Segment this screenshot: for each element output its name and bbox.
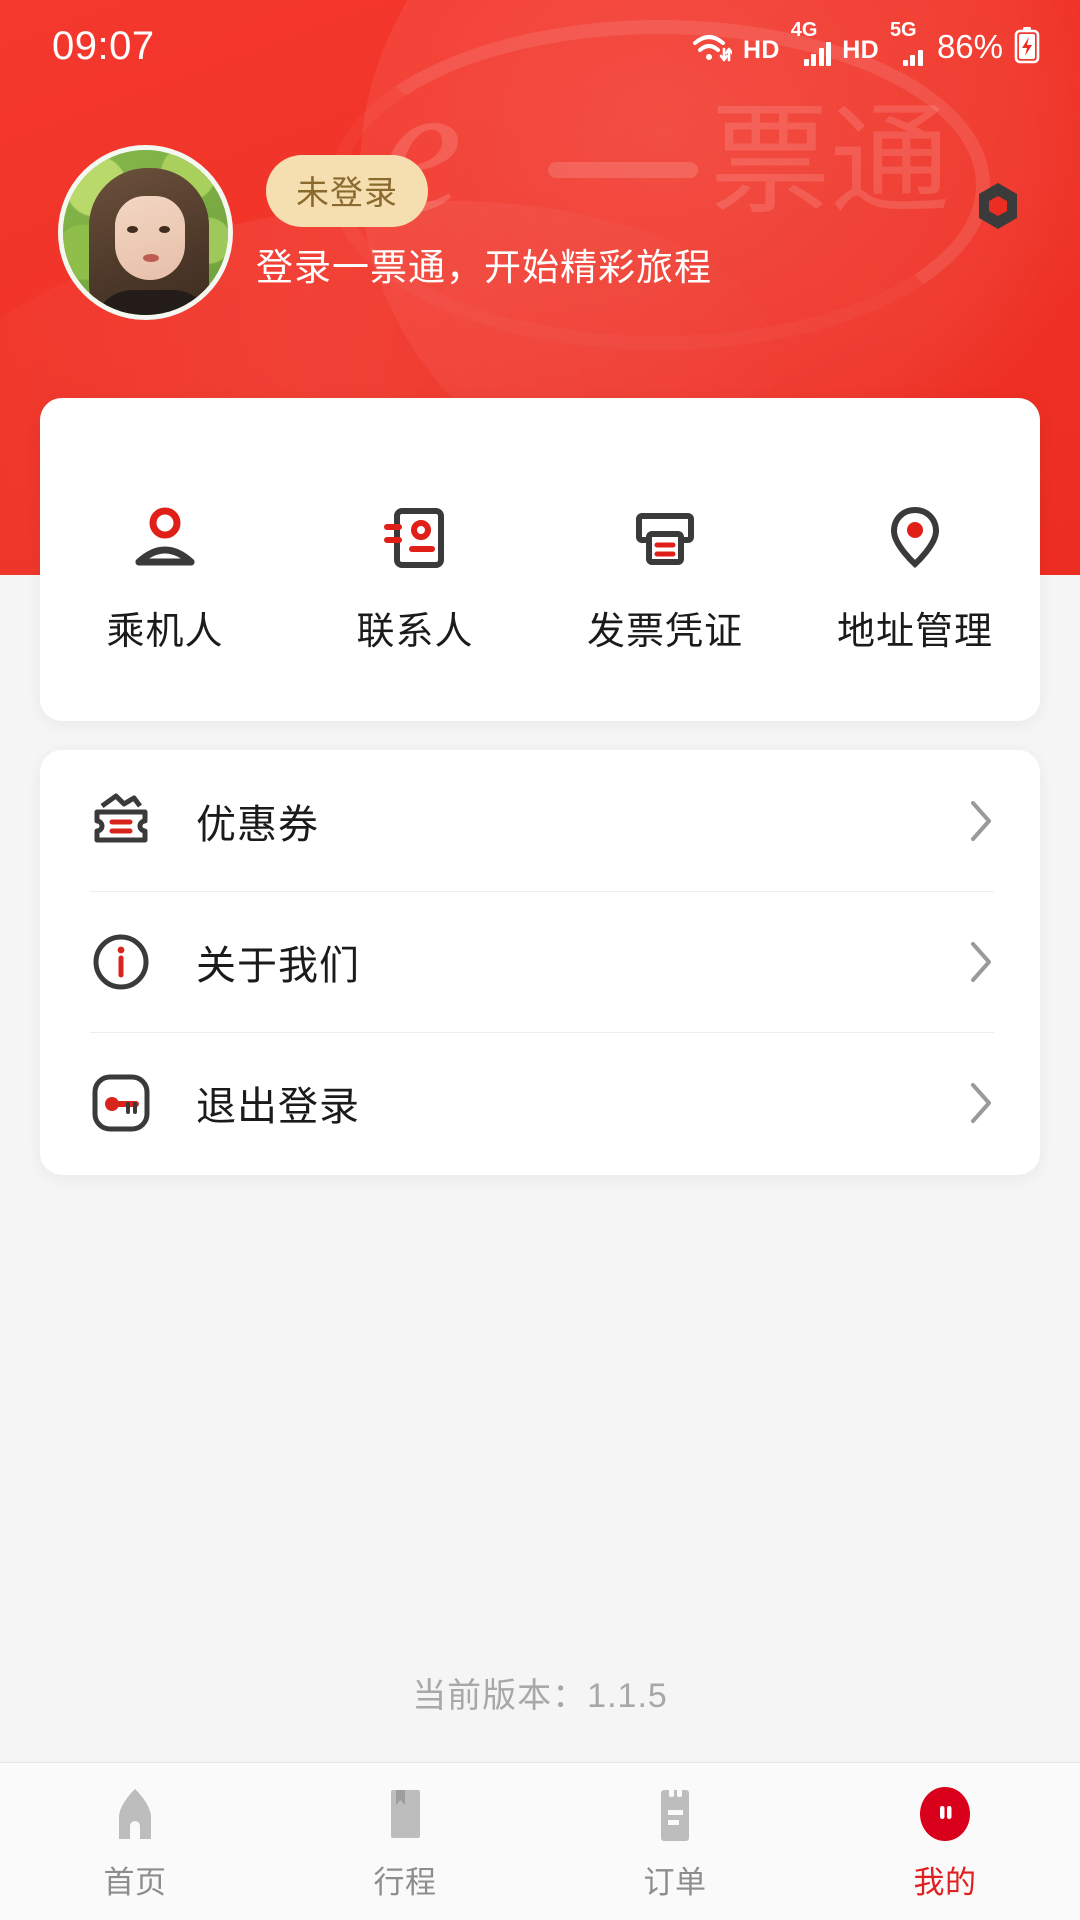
hd-indicator-2: HD [842,36,879,64]
bottom-tab-bar: 首页 行程 订单 我的 [0,1762,1080,1920]
chevron-right-icon [971,941,991,982]
tab-profile[interactable]: 我的 [810,1785,1080,1902]
network-type-label-1: 4G [790,19,818,41]
battery-charging-icon [1014,27,1040,64]
signal-bars-2 [902,40,923,66]
hd-indicator-1: HD [743,36,780,64]
menu-item-label: 退出登录 [196,1084,360,1129]
quick-action-label: 联系人 [356,611,474,653]
network-type-label-2: 5G [889,19,917,41]
logout-key-icon [92,1074,150,1131]
home-icon [119,1789,151,1839]
hexagon-icon[interactable] [974,180,1022,232]
network-indicator-1: 4G [791,19,832,66]
chevron-right-icon [971,1082,991,1123]
app-root: e 票通 09:07 HD 4G HD 5G 8 [0,0,1080,1920]
order-list-icon [661,1787,689,1841]
info-circle-icon [93,934,149,989]
signal-bars-1 [803,40,832,66]
tab-orders[interactable]: 订单 [540,1785,810,1902]
quick-action-label: 地址管理 [836,611,993,653]
avatar-photo-eye-left [127,226,138,233]
tab-label: 我的 [913,1865,977,1900]
quick-actions-card: 乘机人 联系人 发票凭证 地址管理 [40,398,1040,721]
tab-label: 行程 [373,1865,437,1900]
menu-item-logout[interactable]: 退出登录 [40,1032,1040,1173]
network-indicator-2: 5G [890,19,923,66]
menu-card: 优惠券 关于我们 退出登录 [40,750,1040,1175]
menu-item-label: 优惠券 [196,802,319,847]
menu-item-coupon[interactable]: 优惠券 [40,750,1040,891]
menu-item-about[interactable]: 关于我们 [40,891,1040,1032]
version-text: 当前版本：1.1.5 [412,1677,668,1715]
status-bar-indicators: HD 4G HD 5G 86% [692,19,1040,66]
avatar-photo-face [115,196,185,280]
tab-label: 首页 [103,1865,167,1900]
battery-percentage: 86% [936,28,1003,65]
quick-action-label: 乘机人 [106,611,224,653]
quick-actions-row: 乘机人 联系人 发票凭证 地址管理 [40,398,1040,721]
contacts-book-icon [384,508,444,568]
profile-section: 未登录 登录一票通，开始精彩旅程 [0,135,1080,335]
passenger-icon [135,507,195,566]
avatar-photo-lips [143,254,159,262]
coupon-icon [94,793,148,842]
tab-home[interactable]: 首页 [0,1785,270,1902]
quick-action-invoice[interactable]: 发票凭证 [540,502,790,655]
status-bar: 09:07 HD 4G HD 5G 86% [0,0,1080,92]
status-bar-clock: 09:07 [52,23,155,68]
invoice-printer-icon [636,513,694,565]
wifi-icon [693,35,732,62]
quick-action-contacts[interactable]: 联系人 [290,502,540,655]
profile-subtitle: 登录一票通，开始精彩旅程 [256,247,712,288]
tab-label: 订单 [643,1865,707,1900]
tab-trips[interactable]: 行程 [270,1785,540,1902]
profile-icon [920,1787,970,1841]
chevron-right-icon [971,800,991,841]
menu-item-label: 关于我们 [196,943,360,988]
avatar[interactable] [58,145,233,320]
quick-action-address[interactable]: 地址管理 [790,502,1040,655]
login-status-badge[interactable]: 未登录 [266,155,428,227]
trip-book-icon [391,1790,420,1838]
quick-action-passenger[interactable]: 乘机人 [40,502,290,655]
quick-action-label: 发票凭证 [586,611,743,653]
location-pin-icon [890,506,940,569]
avatar-photo-eye-right [159,226,170,233]
